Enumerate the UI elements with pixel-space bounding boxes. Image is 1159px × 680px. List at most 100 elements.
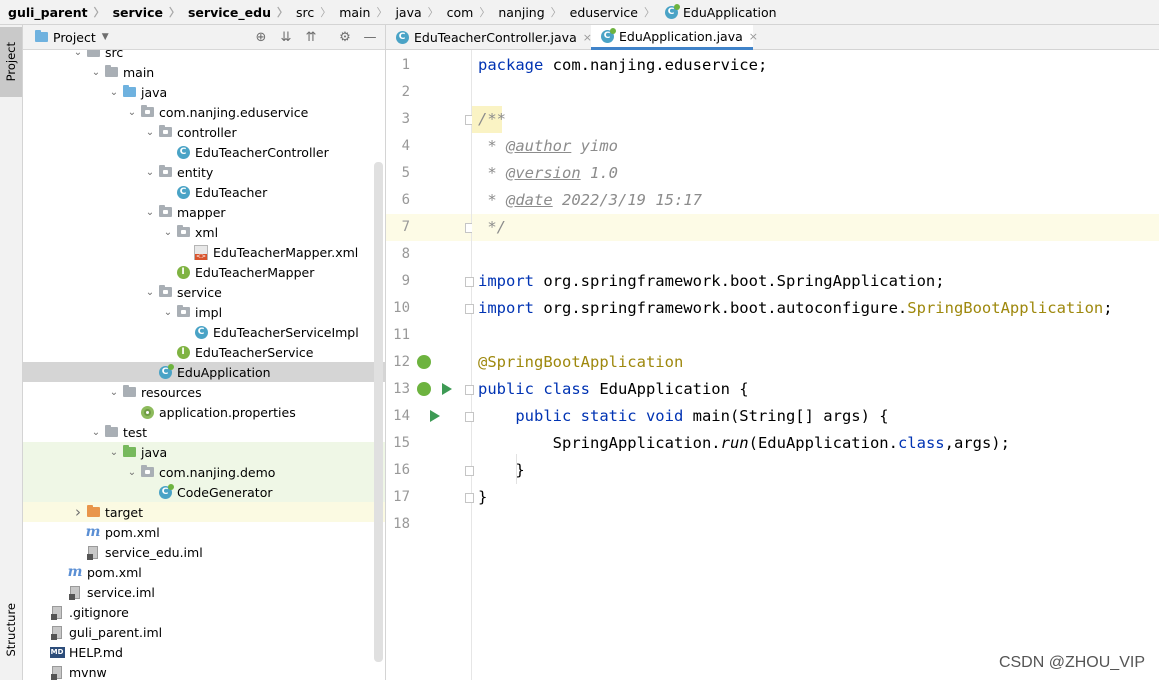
package-icon: [175, 304, 191, 320]
chevron-down-icon[interactable]: ⌄: [89, 425, 103, 439]
chevron-down-icon[interactable]: ⌄: [107, 445, 121, 459]
tree-scrollbar[interactable]: [374, 162, 383, 662]
expand-all-icon[interactable]: ⇊: [277, 28, 295, 46]
tree-item[interactable]: ⌄ service: [23, 282, 385, 302]
code-editor[interactable]: package com.nanjing.eduservice; /** * @au…: [472, 50, 1159, 680]
chevron-down-icon[interactable]: ⌄: [125, 105, 139, 119]
code-token: @SpringBootApplication: [478, 353, 684, 371]
tree-item[interactable]: C EduTeacherController: [23, 142, 385, 162]
tree-item[interactable]: ⌄ java: [23, 442, 385, 462]
run-icon[interactable]: [430, 410, 440, 422]
collapse-all-icon[interactable]: ⇈: [302, 28, 320, 46]
tree-item[interactable]: ⌄ src: [23, 50, 385, 62]
code-token: public static void: [478, 407, 693, 425]
breadcrumb-item[interactable]: nanjing 〉: [490, 0, 561, 24]
tree-item[interactable]: guli_parent.iml: [23, 622, 385, 642]
spring-bean-icon[interactable]: [417, 382, 431, 396]
tree-item[interactable]: ⌄ impl: [23, 302, 385, 322]
properties-icon: [139, 404, 155, 420]
interface-icon: I: [175, 344, 191, 360]
tree-item[interactable]: C EduApplication: [23, 362, 385, 382]
chevron-right-icon: 〉: [93, 6, 105, 19]
editor-tab[interactable]: C EduApplication.java ×: [591, 25, 758, 50]
tree-item[interactable]: ⌄ xml: [23, 222, 385, 242]
tree-item-label: service.iml: [87, 584, 155, 600]
tree-item[interactable]: ⌄ resources: [23, 382, 385, 402]
line-number: 4: [401, 138, 410, 154]
project-folder-icon: [33, 29, 49, 45]
editor-tab[interactable]: C EduTeacherController.java ×: [386, 25, 592, 49]
code-token: *: [478, 164, 506, 182]
chevron-down-icon[interactable]: ⌄: [143, 165, 157, 179]
gear-icon[interactable]: ⚙: [336, 28, 354, 46]
tree-item[interactable]: I EduTeacherService: [23, 342, 385, 362]
breadcrumb-item[interactable]: src 〉: [288, 0, 331, 24]
breadcrumb-item[interactable]: eduservice 〉: [562, 0, 655, 24]
tree-item[interactable]: m pom.xml: [23, 562, 385, 582]
breadcrumb-item[interactable]: java 〉: [387, 0, 438, 24]
tree-item[interactable]: mvnw: [23, 662, 385, 680]
chevron-down-icon[interactable]: ⌄: [71, 50, 85, 59]
project-view-selector[interactable]: Project ▼: [33, 29, 109, 45]
tree-item[interactable]: ⌄ entity: [23, 162, 385, 182]
tree-item[interactable]: › target: [23, 502, 385, 522]
code-token: yimo: [571, 137, 618, 155]
tree-item[interactable]: C EduTeacher: [23, 182, 385, 202]
chevron-down-icon[interactable]: ⌄: [161, 225, 175, 239]
tree-item[interactable]: ⌄ com.nanjing.eduservice: [23, 102, 385, 122]
spring-bean-icon[interactable]: [417, 355, 431, 369]
tree-item[interactable]: m pom.xml: [23, 522, 385, 542]
tree-item[interactable]: service_edu.iml: [23, 542, 385, 562]
chevron-right-icon[interactable]: ›: [71, 503, 85, 521]
tree-item[interactable]: service.iml: [23, 582, 385, 602]
tree-item-label: mvnw: [69, 664, 107, 680]
tree-item[interactable]: ⌄ mapper: [23, 202, 385, 222]
breadcrumb-item[interactable]: com 〉: [439, 0, 491, 24]
code-token: ;: [1103, 299, 1113, 317]
code-line: /**: [478, 106, 506, 133]
tree-item-label: service_edu.iml: [105, 544, 203, 560]
chevron-down-icon[interactable]: ⌄: [107, 385, 121, 399]
tree-item[interactable]: C CodeGenerator: [23, 482, 385, 502]
breadcrumb-label: EduApplication: [683, 4, 777, 20]
tree-item[interactable]: ⌄ com.nanjing.demo: [23, 462, 385, 482]
breadcrumb-item[interactable]: main 〉: [331, 0, 387, 24]
breadcrumb-item[interactable]: C EduApplication: [655, 0, 777, 24]
project-tool-tab[interactable]: Project: [0, 27, 22, 97]
tree-item[interactable]: ⌄ test: [23, 422, 385, 442]
chevron-down-icon[interactable]: ⌄: [89, 65, 103, 79]
locate-icon[interactable]: ⊕: [252, 28, 270, 46]
tree-item[interactable]: .gitignore: [23, 602, 385, 622]
chevron-down-icon[interactable]: ⌄: [143, 205, 157, 219]
structure-tool-tab[interactable]: Structure: [0, 585, 22, 675]
tree-item[interactable]: ⌄ controller: [23, 122, 385, 142]
run-icon[interactable]: [442, 383, 452, 395]
chevron-down-icon[interactable]: ⌄: [143, 285, 157, 299]
chevron-down-icon[interactable]: ⌄: [125, 465, 139, 479]
code-token: run: [720, 434, 749, 452]
tree-item[interactable]: application.properties: [23, 402, 385, 422]
code-line: package com.nanjing.eduservice;: [478, 52, 767, 79]
structure-tool-label: Structure: [4, 603, 18, 657]
chevron-down-icon[interactable]: ⌄: [107, 85, 121, 99]
breadcrumb-item[interactable]: service 〉: [105, 0, 180, 24]
tree-item[interactable]: C EduTeacherServiceImpl: [23, 322, 385, 342]
close-icon[interactable]: ×: [749, 30, 758, 43]
tree-item[interactable]: ⌄ java: [23, 82, 385, 102]
code-token: main(String[] args) {: [692, 407, 889, 425]
tree-item[interactable]: EduTeacherMapper.xml: [23, 242, 385, 262]
tree-item[interactable]: ⌄ main: [23, 62, 385, 82]
tree-item-label: service: [177, 284, 222, 300]
tree-item-label: java: [141, 84, 168, 100]
breadcrumb-item[interactable]: service_edu 〉: [180, 0, 288, 24]
chevron-down-icon[interactable]: ⌄: [161, 305, 175, 319]
chevron-down-icon[interactable]: ⌄: [143, 125, 157, 139]
code-token: public class: [478, 380, 600, 398]
tree-item[interactable]: MD HELP.md: [23, 642, 385, 662]
tree-item[interactable]: I EduTeacherMapper: [23, 262, 385, 282]
breadcrumb-label: java: [395, 4, 422, 20]
tree-item-label: EduApplication: [177, 364, 271, 380]
hide-panel-icon[interactable]: —: [361, 28, 379, 46]
breadcrumb-item[interactable]: guli_parent 〉: [0, 0, 105, 24]
